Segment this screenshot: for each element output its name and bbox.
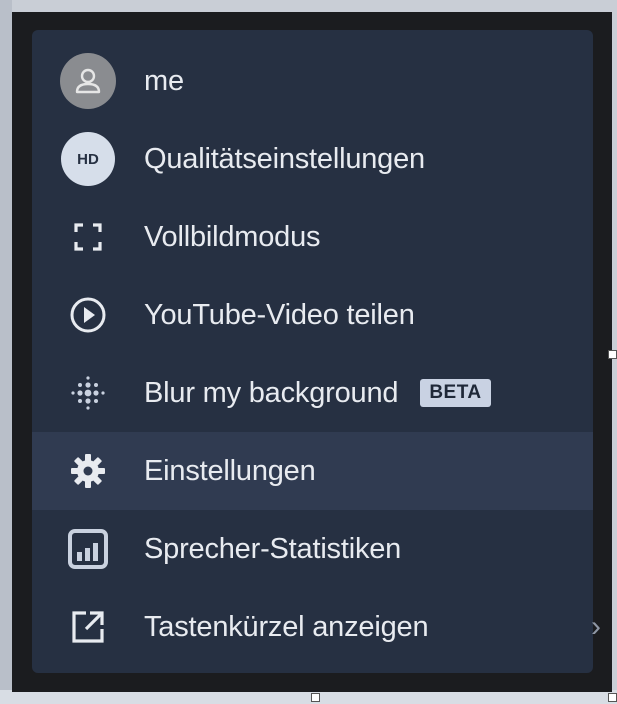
fullscreen-icon [74,223,102,251]
menu-item-label: Vollbildmodus [144,220,321,253]
hd-quality-icon: HD [61,132,115,186]
resize-handle[interactable] [608,693,617,702]
menu-item-label: Einstellungen [144,454,316,487]
menu-item-label: Sprecher-Statistiken [144,532,402,565]
blur-dots-icon [71,376,105,410]
icon-slot [59,607,117,647]
background-strip-bottom [0,690,617,704]
resize-handle[interactable] [311,693,320,702]
background-strip [0,0,12,704]
menu-item-label: Qualitätseinstellungen [144,142,425,175]
gear-icon [71,454,105,488]
icon-slot [59,217,117,257]
icon-slot [59,373,117,413]
menu-item-label: YouTube-Video teilen [144,298,415,331]
icon-slot [59,53,117,109]
menu-item-blur-background[interactable]: Blur my background BETA [32,354,593,432]
options-menu: me HD Qualitätseinstellungen Vollbildmod… [32,30,593,673]
menu-item-keyboard-shortcuts[interactable]: Tastenkürzel anzeigen [32,588,593,666]
menu-item-share-youtube[interactable]: YouTube-Video teilen [32,276,593,354]
icon-slot [59,295,117,335]
user-avatar-icon [60,53,116,109]
menu-item-speaker-stats[interactable]: Sprecher-Statistiken [32,510,593,588]
chevron-right-icon[interactable]: › [591,610,601,644]
bar-chart-icon [68,529,108,569]
resize-handle[interactable] [608,350,617,359]
beta-badge: BETA [420,379,491,407]
menu-item-quality-settings[interactable]: HD Qualitätseinstellungen [32,120,593,198]
screen: me HD Qualitätseinstellungen Vollbildmod… [0,0,617,704]
icon-slot [59,451,117,491]
external-link-icon [72,611,104,643]
play-circle-icon [70,297,106,333]
menu-item-label: Blur my background [144,376,399,409]
menu-item-fullscreen[interactable]: Vollbildmodus [32,198,593,276]
menu-item-label: Tastenkürzel anzeigen [144,610,429,643]
menu-item-profile[interactable]: me [32,42,593,120]
menu-item-label: me [144,64,184,97]
icon-slot [59,529,117,569]
icon-slot: HD [59,132,117,186]
menu-item-settings[interactable]: Einstellungen [32,432,593,510]
